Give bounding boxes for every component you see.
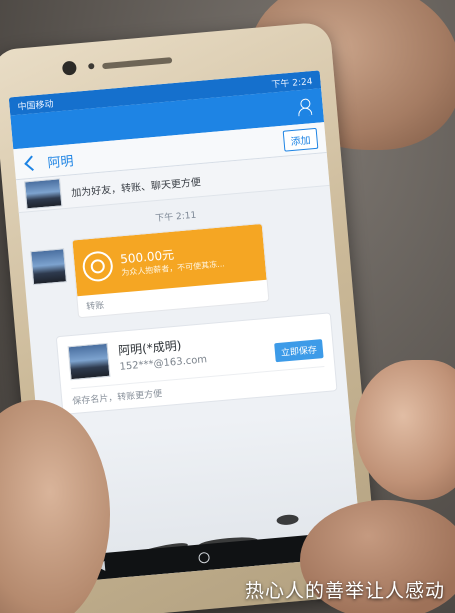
transfer-message-row: 500.00元 为众人抱薪者，不可使其冻... 转账	[22, 217, 340, 323]
screen-crack	[276, 513, 299, 526]
front-camera	[61, 60, 77, 76]
photo-caption: 热心人的善举让人感动	[244, 580, 445, 602]
sender-avatar[interactable]	[30, 248, 68, 286]
transfer-bubble[interactable]: 500.00元 为众人抱薪者，不可使其冻... 转账	[71, 222, 270, 319]
contact-avatar	[24, 178, 63, 210]
status-time: 下午 2:24	[271, 76, 313, 91]
contact-card[interactable]: 阿明(*成明) 152***@163.com 立即保存 保存名片，转账更方便	[55, 312, 338, 416]
contacts-icon[interactable]	[296, 97, 316, 117]
earpiece-speaker	[102, 57, 173, 70]
transfer-coin-icon	[81, 250, 115, 283]
card-avatar	[67, 342, 111, 381]
save-card-button[interactable]: 立即保存	[274, 339, 324, 363]
carrier-label: 中国移动	[17, 99, 54, 113]
add-contact-button[interactable]: 添加	[282, 127, 319, 152]
proximity-sensor	[88, 62, 95, 70]
nav-home-icon[interactable]	[198, 551, 211, 564]
photo-background: 中国移动 下午 2:24 阿明 添加 加为好友，转账、聊天更方便 下午 2:11…	[0, 0, 455, 613]
add-friend-prompt: 加为好友，转账、聊天更方便	[70, 176, 202, 199]
back-arrow-icon[interactable]	[24, 154, 40, 171]
